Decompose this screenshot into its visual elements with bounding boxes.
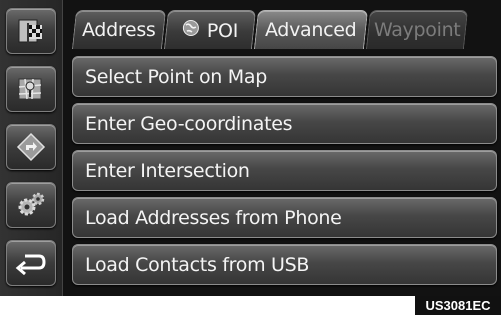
figure-code-label: US3081EC bbox=[415, 296, 501, 315]
tab-poi[interactable]: POI bbox=[163, 10, 257, 49]
settings-gear-icon bbox=[16, 191, 46, 219]
tab-advanced-label: Advanced bbox=[265, 19, 357, 41]
sidebar-map-button[interactable] bbox=[6, 66, 56, 112]
tab-poi-label: POI bbox=[206, 19, 239, 41]
menu-item-label: Load Addresses from Phone bbox=[85, 206, 342, 229]
route-arrow-icon bbox=[16, 132, 46, 162]
enter-geo-coordinates-button[interactable]: Enter Geo-coordinates bbox=[72, 103, 497, 144]
sidebar bbox=[0, 0, 63, 296]
back-arrow-icon bbox=[15, 251, 47, 275]
destination-flag-icon bbox=[16, 17, 46, 45]
tab-advanced[interactable]: Advanced bbox=[253, 10, 369, 49]
enter-intersection-button[interactable]: Enter Intersection bbox=[72, 150, 497, 191]
menu-item-label: Select Point on Map bbox=[85, 65, 267, 88]
navigation-screen: Address POI Advanced Waypoint Select Poi… bbox=[0, 0, 501, 296]
map-pin-icon bbox=[16, 75, 46, 103]
sidebar-destination-button[interactable] bbox=[6, 8, 56, 54]
tab-address-label: Address bbox=[82, 19, 156, 41]
menu-item-label: Enter Geo-coordinates bbox=[85, 112, 293, 135]
sidebar-back-button[interactable] bbox=[6, 240, 56, 286]
globe-icon bbox=[182, 19, 200, 42]
tab-address[interactable]: Address bbox=[71, 10, 167, 49]
tab-bar: Address POI Advanced Waypoint bbox=[71, 10, 497, 49]
load-addresses-from-phone-button[interactable]: Load Addresses from Phone bbox=[72, 197, 497, 238]
tab-waypoint: Waypoint bbox=[365, 10, 469, 49]
menu-item-label: Enter Intersection bbox=[85, 159, 250, 182]
sidebar-route-button[interactable] bbox=[6, 124, 56, 170]
sidebar-settings-button[interactable] bbox=[6, 182, 56, 228]
select-point-on-map-button[interactable]: Select Point on Map bbox=[72, 56, 497, 97]
load-contacts-from-usb-button[interactable]: Load Contacts from USB bbox=[72, 244, 497, 285]
menu-item-label: Load Contacts from USB bbox=[85, 253, 310, 276]
tab-waypoint-label: Waypoint bbox=[373, 19, 461, 41]
